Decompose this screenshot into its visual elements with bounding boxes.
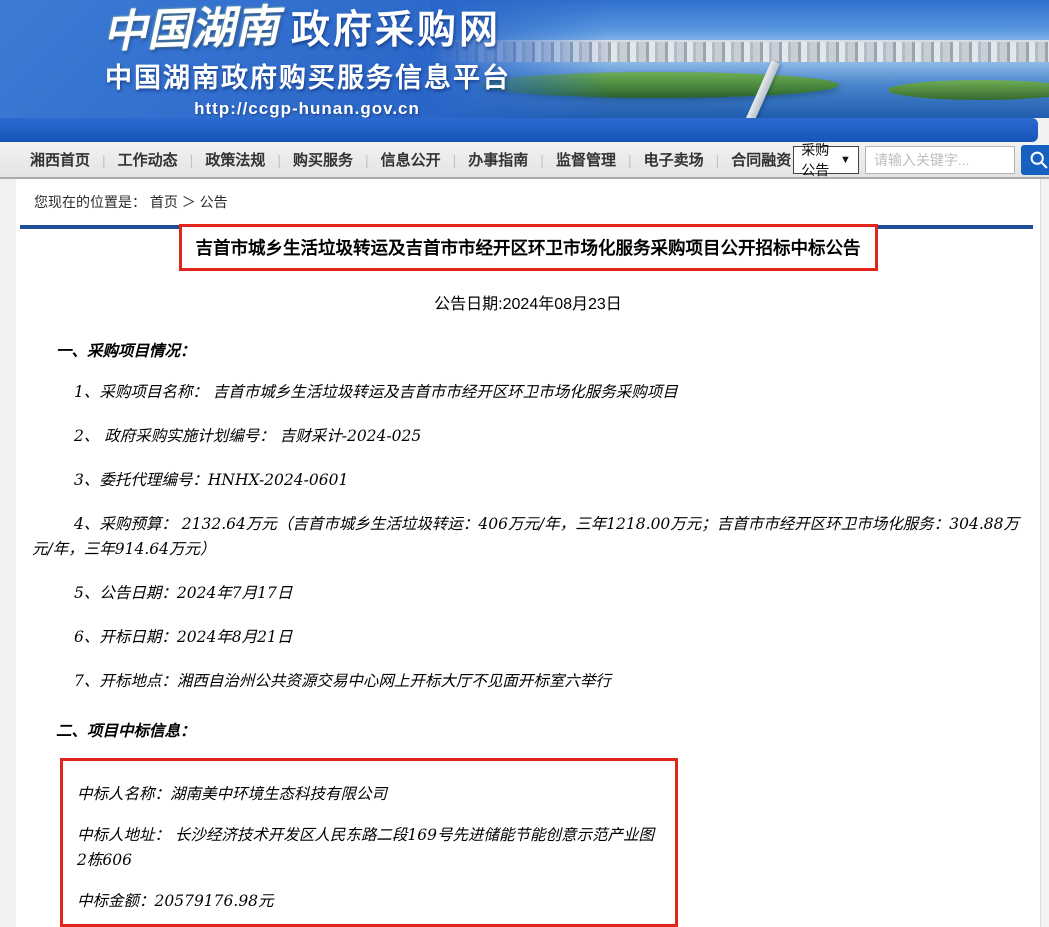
logo-calligraphy-text: 中国湖南 <box>102 2 280 58</box>
nav-separator: | <box>530 152 554 168</box>
nav-item-news[interactable]: 工作动态 <box>116 149 180 170</box>
section1-item: 5、公告日期：2024年7月17日 <box>32 581 1026 606</box>
search-icon <box>1029 150 1049 170</box>
section2-heading: 二、项目中标信息： <box>32 719 1026 741</box>
logo-title-text: 政府采购网 <box>291 7 501 55</box>
nav-item-policy[interactable]: 政策法规 <box>203 149 267 170</box>
header-blue-bar <box>0 118 1038 142</box>
section1-item: 3、委托代理编号：HNHX-2024-0601 <box>32 468 1026 493</box>
logo-subtitle: 中国湖南政府购买服务信息平台 <box>105 56 511 95</box>
breadcrumb-home-link[interactable]: 首页 <box>150 194 178 210</box>
nav-separator: | <box>180 152 204 168</box>
search-button[interactable] <box>1021 145 1049 175</box>
nav-separator: | <box>706 152 730 168</box>
section1-item: 1、采购项目名称： 吉首市城乡生活垃圾转运及吉首市市经开区环卫市场化服务采购项目 <box>32 380 1026 405</box>
winner-amount: 中标金额：20579176.98元 <box>77 889 661 914</box>
winner-name: 中标人名称：湖南美中环境生态科技有限公司 <box>77 782 661 807</box>
announcement-title-highlight-box: 吉首市城乡生活垃圾转运及吉首市市经开区环卫市场化服务采购项目公开招标中标公告 <box>179 224 878 271</box>
search-input[interactable] <box>865 146 1015 174</box>
nav-separator: | <box>443 152 467 168</box>
section1-item: 6、开标日期：2024年8月21日 <box>32 625 1026 650</box>
main-nav: 湘西首页| 工作动态| 政策法规| 购买服务| 信息公开| 办事指南| 监督管理… <box>0 142 1049 179</box>
nav-item-supervision[interactable]: 监督管理 <box>554 149 618 170</box>
nav-item-contract-finance[interactable]: 合同融资 <box>729 149 793 170</box>
section1-heading: 一、采购项目情况： <box>32 339 1026 361</box>
nav-separator: | <box>92 152 116 168</box>
content-panel: 您现在的位置是： 首页 ＞ 公告 吉首市城乡生活垃圾转运及吉首市市经开区环卫市场… <box>16 179 1040 927</box>
site-logo[interactable]: 中国湖南 政府采购网 中国湖南政府购买服务信息平台 http://ccgp-hu… <box>103 5 511 118</box>
nav-separator: | <box>618 152 642 168</box>
announcement-body: 一、采购项目情况： 1、采购项目名称： 吉首市城乡生活垃圾转运及吉首市市经开区环… <box>20 339 1036 927</box>
chevron-down-icon: ▼ <box>840 154 851 166</box>
winner-info-highlight-box: 中标人名称：湖南美中环境生态科技有限公司 中标人地址： 长沙经济技术开发区人民东… <box>60 758 678 927</box>
breadcrumb-current: 公告 <box>200 194 228 210</box>
page-title: 吉首市城乡生活垃圾转运及吉首市市经开区环卫市场化服务采购项目公开招标中标公告 <box>196 235 861 260</box>
section1-item: 2、 政府采购实施计划编号： 吉财采计-2024-025 <box>32 424 1026 449</box>
section1-item: 4、采购预算： 2132.64万元（吉首市城乡生活垃圾转运：406万元/年，三年… <box>32 512 1026 562</box>
section1-item: 7、开标地点：湘西自治州公共资源交易中心网上开标大厅不见面开标室六举行 <box>32 669 1026 694</box>
site-header: 中国湖南 政府采购网 中国湖南政府购买服务信息平台 http://ccgp-hu… <box>0 0 1049 118</box>
nav-item-e-mall[interactable]: 电子卖场 <box>642 149 706 170</box>
nav-item-home[interactable]: 湘西首页 <box>28 149 92 170</box>
nav-item-info-disclosure[interactable]: 信息公开 <box>379 149 443 170</box>
nav-separator: | <box>267 152 291 168</box>
breadcrumb-separator: ＞ <box>182 194 196 210</box>
logo-url: http://ccgp-hunan.gov.cn <box>103 99 511 118</box>
nav-item-guide[interactable]: 办事指南 <box>466 149 530 170</box>
scrollbar-track[interactable] <box>1040 179 1049 927</box>
publish-date: 公告日期:2024年08月23日 <box>20 290 1036 314</box>
search-category-value: 采购公告 <box>801 140 833 180</box>
nav-separator: | <box>355 152 379 168</box>
breadcrumb-prefix: 您现在的位置是： <box>34 194 146 210</box>
header-cityscape-photo <box>430 0 1049 118</box>
search-category-dropdown[interactable]: 采购公告 ▼ <box>793 146 859 174</box>
breadcrumb: 您现在的位置是： 首页 ＞ 公告 <box>20 179 1036 212</box>
winner-address: 中标人地址： 长沙经济技术开发区人民东路二段169号先进储能节能创意示范产业图2… <box>77 823 661 873</box>
search-area: 采购公告 ▼ <box>793 145 1049 175</box>
nav-item-purchase-service[interactable]: 购买服务 <box>291 149 355 170</box>
